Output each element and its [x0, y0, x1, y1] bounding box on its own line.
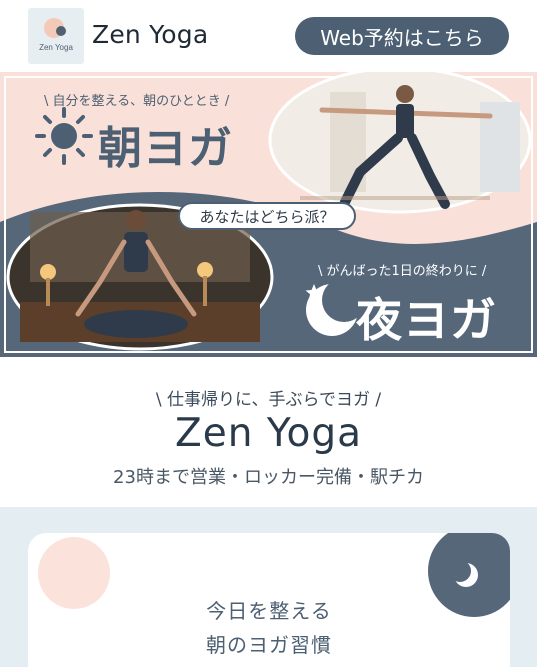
intro-tagline: \ 仕事帰りに、手ぶらでヨガ / — [155, 390, 382, 410]
intro-title: Zen Yoga — [175, 411, 362, 456]
logo[interactable]: Zen Yoga — [28, 8, 84, 64]
card-heading-line1: 今日を整える — [206, 599, 332, 623]
sun-icon — [35, 107, 93, 165]
intro-info: 23時まで営業・ロッカー完備・駅チカ — [113, 467, 424, 488]
web-reservation-button[interactable]: Web予約はこちら — [295, 17, 509, 55]
logo-text: Zen Yoga — [39, 43, 73, 52]
feature-section: 今日を整える 朝のヨガ習慣 — [0, 507, 537, 667]
morning-yoga-title: 朝ヨガ — [98, 123, 233, 174]
logo-moon-icon — [56, 26, 66, 36]
night-yoga-title: 夜ヨガ — [356, 293, 497, 347]
hero-banner[interactable]: \ 自分を整える、朝のひととき / 朝ヨガ \ がんばった1日の終わりに / 夜… — [0, 72, 537, 357]
intro-section: \ 仕事帰りに、手ぶらでヨガ / Zen Yoga 23時まで営業・ロッカー完備… — [0, 357, 537, 507]
site-header: Zen Yoga Zen Yoga Web予約はこちら — [0, 0, 537, 72]
brand-name[interactable]: Zen Yoga — [92, 20, 208, 49]
feature-card[interactable]: 今日を整える 朝のヨガ習慣 — [28, 533, 510, 667]
which-type-question: あなたはどちら派？ — [178, 202, 356, 230]
card-heading-line2: 朝のヨガ習慣 — [206, 633, 332, 657]
night-subtitle: \ がんばった1日の終わりに / — [318, 264, 487, 279]
morning-subtitle: \ 自分を整える、朝のひととき / — [44, 94, 230, 109]
